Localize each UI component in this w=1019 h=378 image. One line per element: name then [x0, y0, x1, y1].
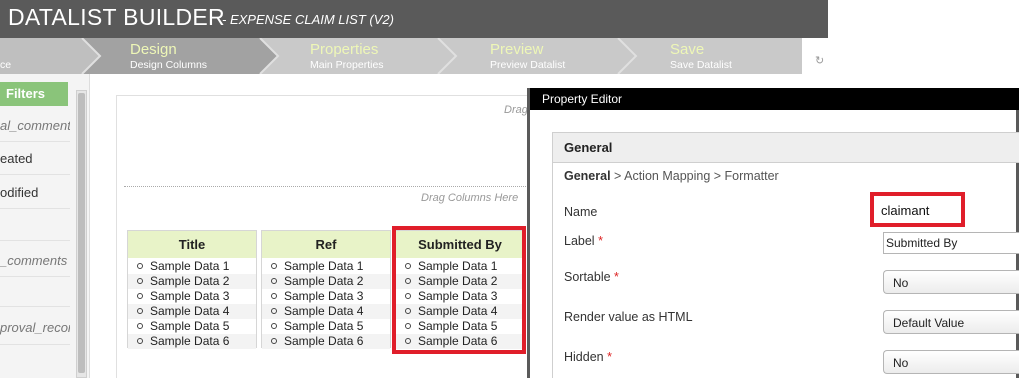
- list-item-text: Sample Data 1: [284, 259, 364, 273]
- list-item-text: Sample Data 6: [150, 334, 230, 348]
- list-item: Sample Data 3: [262, 289, 390, 304]
- name-label: Name: [564, 205, 598, 219]
- sidebar-scrollbar[interactable]: [76, 90, 87, 378]
- drag-hint-top: Drag: [504, 104, 528, 116]
- filters-tab[interactable]: Filters: [0, 82, 68, 106]
- list-item: Sample Data 6: [262, 334, 390, 349]
- list-item-text: Sample Data 5: [150, 319, 230, 333]
- sidebar-item[interactable]: _comments: [0, 253, 70, 268]
- sortable-select[interactable]: No: [883, 270, 1019, 294]
- hidden-select[interactable]: No: [883, 350, 1019, 374]
- property-breadcrumb: General > Action Mapping > Formatter: [564, 169, 779, 183]
- sidebar-divider: [0, 141, 70, 142]
- drag-columns-hint: Drag Columns Here: [421, 192, 519, 204]
- list-item-text: Sample Data 4: [284, 304, 364, 318]
- column-header: Title: [128, 231, 256, 258]
- wizard-step-previous-sub: ce: [0, 59, 12, 71]
- wizard-step-design[interactable]: Design Design Columns: [130, 38, 260, 74]
- hidden-label: Hidden *: [564, 350, 612, 364]
- list-item-text: Sample Data 3: [284, 289, 364, 303]
- wizard-step-properties-sub: Main Properties: [310, 59, 384, 71]
- wizard-step-save-title: Save: [670, 41, 705, 58]
- required-marker: *: [598, 234, 603, 248]
- wizard-step-preview-sub: Preview Datalist: [490, 59, 566, 71]
- sidebar-divider: [0, 306, 70, 307]
- sidebar-scroll-thumb[interactable]: [78, 93, 85, 373]
- sidebar-divider: [0, 174, 70, 175]
- wizard-steps: ce Design Design Columns Properties Main…: [0, 38, 828, 74]
- required-marker: *: [614, 270, 619, 284]
- list-item: Sample Data 5: [128, 319, 256, 334]
- sortable-label: Sortable *: [564, 270, 619, 284]
- app-subtitle: - EXPENSE CLAIM LIST (V2): [222, 12, 394, 27]
- label-label: Label *: [564, 234, 603, 248]
- breadcrumb-current: General: [564, 169, 611, 183]
- property-editor-dialog: Property Editor General General > Action…: [527, 88, 1019, 378]
- list-item: Sample Data 2: [128, 274, 256, 289]
- sidebar: Filters al_comment eated odified _commen…: [0, 74, 90, 378]
- sidebar-item[interactable]: odified: [0, 185, 70, 200]
- wizard-step-preview-title: Preview: [490, 41, 544, 58]
- list-item: Sample Data 1: [262, 259, 390, 274]
- list-item: Sample Data 6: [128, 334, 256, 349]
- list-item: Sample Data 5: [262, 319, 390, 334]
- list-item-text: Sample Data 2: [150, 274, 230, 288]
- dialog-body: General General > Action Mapping > Forma…: [552, 132, 1019, 378]
- sidebar-divider: [0, 208, 70, 209]
- list-item: Sample Data 1: [128, 259, 256, 274]
- wizard-step-save-sub: Save Datalist: [670, 59, 732, 71]
- app-title: DATALIST BUILDER: [8, 4, 225, 30]
- drop-zone-divider: [124, 186, 534, 187]
- sidebar-divider: [0, 344, 70, 345]
- render-html-label: Render value as HTML: [564, 310, 693, 324]
- sidebar-divider: [0, 240, 70, 241]
- column-ref[interactable]: Ref Sample Data 1 Sample Data 2 Sample D…: [261, 230, 391, 349]
- wizard-step-save[interactable]: Save Save Datalist: [670, 38, 800, 74]
- list-item-text: Sample Data 3: [150, 289, 230, 303]
- wizard-step-properties-title: Properties: [310, 41, 379, 58]
- refresh-icon[interactable]: ↻: [815, 56, 825, 67]
- list-item-text: Sample Data 1: [150, 259, 230, 273]
- column-header: Ref: [262, 231, 390, 258]
- list-item-text: Sample Data 5: [284, 319, 364, 333]
- wizard-step-properties[interactable]: Properties Main Properties: [310, 38, 440, 74]
- dialog-title: Property Editor: [530, 88, 1019, 110]
- sidebar-item[interactable]: al_comment: [0, 118, 70, 133]
- list-item: Sample Data 2: [262, 274, 390, 289]
- app-header: DATALIST BUILDER - EXPENSE CLAIM LIST (V…: [0, 0, 828, 38]
- breadcrumb-rest: > Action Mapping > Formatter: [610, 169, 779, 183]
- label-input[interactable]: Submitted By: [883, 232, 1019, 254]
- list-item: Sample Data 4: [262, 304, 390, 319]
- wizard-step-previous[interactable]: ce: [0, 38, 80, 74]
- wizard-step-design-sub: Design Columns: [130, 59, 208, 71]
- sidebar-item[interactable]: proval_recor: [0, 320, 70, 335]
- highlight-box-name: [870, 192, 965, 227]
- list-item: Sample Data 3: [128, 289, 256, 304]
- list-item-text: Sample Data 6: [284, 334, 364, 348]
- sidebar-item[interactable]: eated: [0, 151, 70, 166]
- list-item-text: Sample Data 2: [284, 274, 364, 288]
- highlight-box-column: [392, 226, 526, 354]
- column-title[interactable]: Title Sample Data 1 Sample Data 2 Sample…: [127, 230, 257, 349]
- sidebar-divider: [0, 276, 70, 277]
- wizard-step-design-title: Design: [130, 41, 177, 58]
- required-marker: *: [607, 350, 612, 364]
- wizard-step-preview[interactable]: Preview Preview Datalist: [490, 38, 620, 74]
- list-item: Sample Data 4: [128, 304, 256, 319]
- list-item-text: Sample Data 4: [150, 304, 230, 318]
- section-header: General: [553, 133, 1019, 163]
- render-html-select[interactable]: Default Value: [883, 310, 1019, 334]
